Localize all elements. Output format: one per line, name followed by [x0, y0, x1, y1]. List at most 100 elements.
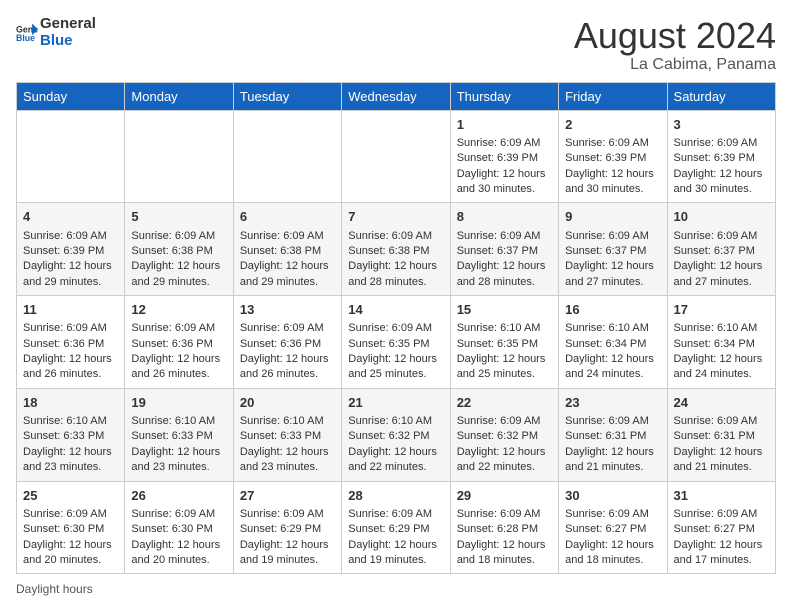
day-info: Sunset: 6:31 PM	[565, 429, 660, 444]
day-info: Daylight: 12 hours and 25 minutes.	[348, 352, 443, 383]
day-info: Sunset: 6:34 PM	[674, 337, 769, 352]
day-number: 23	[565, 394, 660, 412]
day-number: 14	[348, 301, 443, 319]
calendar-cell	[125, 110, 233, 203]
day-info: Sunset: 6:39 PM	[457, 151, 552, 166]
day-info: Sunrise: 6:09 AM	[348, 321, 443, 336]
day-number: 18	[23, 394, 118, 412]
day-info: Sunset: 6:38 PM	[240, 244, 335, 259]
day-number: 3	[674, 116, 769, 134]
day-info: Sunrise: 6:10 AM	[23, 414, 118, 429]
day-number: 1	[457, 116, 552, 134]
day-info: Sunrise: 6:09 AM	[23, 507, 118, 522]
day-info: Sunrise: 6:09 AM	[240, 507, 335, 522]
day-info: Daylight: 12 hours and 29 minutes.	[23, 259, 118, 290]
calendar-cell	[17, 110, 125, 203]
calendar-table: SundayMondayTuesdayWednesdayThursdayFrid…	[16, 82, 776, 575]
day-number: 30	[565, 487, 660, 505]
day-info: Sunrise: 6:10 AM	[348, 414, 443, 429]
day-info: Daylight: 12 hours and 17 minutes.	[674, 538, 769, 569]
day-info: Daylight: 12 hours and 18 minutes.	[565, 538, 660, 569]
day-info: Sunset: 6:31 PM	[674, 429, 769, 444]
calendar-cell	[233, 110, 341, 203]
day-number: 13	[240, 301, 335, 319]
day-info: Sunrise: 6:09 AM	[131, 321, 226, 336]
day-info: Sunrise: 6:10 AM	[457, 321, 552, 336]
day-info: Sunset: 6:30 PM	[23, 522, 118, 537]
calendar-cell: 23 Sunrise: 6:09 AMSunset: 6:31 PMDayligh…	[559, 388, 667, 481]
calendar-cell: 25Sunrise: 6:09 AMSunset: 6:30 PMDayligh…	[17, 481, 125, 574]
day-info: Daylight: 12 hours and 24 minutes.	[565, 352, 660, 383]
day-number: 6	[240, 208, 335, 226]
day-info: Daylight: 12 hours and 22 minutes.	[457, 445, 552, 476]
day-info: Daylight: 12 hours and 23 minutes.	[131, 445, 226, 476]
day-info: Sunrise: 6:09 AM	[565, 229, 660, 244]
calendar-cell: 19Sunrise: 6:10 AMSunset: 6:33 PMDayligh…	[125, 388, 233, 481]
day-number: 17	[674, 301, 769, 319]
day-info: Sunset: 6:36 PM	[131, 337, 226, 352]
calendar-cell: 7Sunrise: 6:09 AMSunset: 6:38 PMDaylight…	[342, 203, 450, 296]
day-info: Daylight: 12 hours and 19 minutes.	[240, 538, 335, 569]
day-info: Sunrise: 6:09 AM	[348, 507, 443, 522]
day-info: Daylight: 12 hours and 21 minutes.	[565, 445, 660, 476]
calendar-cell: 20Sunrise: 6:10 AMSunset: 6:33 PMDayligh…	[233, 388, 341, 481]
day-of-week-header: Wednesday	[342, 82, 450, 110]
day-info: Sunrise: 6:09 AM	[565, 414, 660, 429]
day-info: Daylight: 12 hours and 27 minutes.	[565, 259, 660, 290]
day-info: Sunset: 6:35 PM	[457, 337, 552, 352]
day-info: Sunset: 6:36 PM	[23, 337, 118, 352]
day-info: Sunrise: 6:09 AM	[457, 414, 552, 429]
calendar-cell: 11Sunrise: 6:09 AMSunset: 6:36 PMDayligh…	[17, 296, 125, 389]
day-number: 22	[457, 394, 552, 412]
day-info: Daylight: 12 hours and 30 minutes.	[674, 167, 769, 198]
calendar-cell: 28Sunrise: 6:09 AMSunset: 6:29 PMDayligh…	[342, 481, 450, 574]
day-info: Daylight: 12 hours and 21 minutes.	[674, 445, 769, 476]
day-info: Sunrise: 6:09 AM	[240, 321, 335, 336]
day-number: 21	[348, 394, 443, 412]
day-info: Sunset: 6:39 PM	[674, 151, 769, 166]
day-number: 4	[23, 208, 118, 226]
day-info: Sunset: 6:32 PM	[457, 429, 552, 444]
day-info: Sunrise: 6:09 AM	[674, 414, 769, 429]
day-info: Daylight: 12 hours and 24 minutes.	[674, 352, 769, 383]
day-number: 29	[457, 487, 552, 505]
day-info: Sunset: 6:38 PM	[348, 244, 443, 259]
day-info: Sunrise: 6:09 AM	[23, 229, 118, 244]
day-info: Sunrise: 6:10 AM	[240, 414, 335, 429]
day-info: Sunset: 6:35 PM	[348, 337, 443, 352]
day-info: Daylight: 12 hours and 26 minutes.	[23, 352, 118, 383]
day-number: 9	[565, 208, 660, 226]
day-number: 31	[674, 487, 769, 505]
day-info: Daylight: 12 hours and 26 minutes.	[131, 352, 226, 383]
calendar-cell: 3Sunrise: 6:09 AMSunset: 6:39 PMDaylight…	[667, 110, 775, 203]
day-info: Sunset: 6:32 PM	[348, 429, 443, 444]
calendar-cell: 30Sunrise: 6:09 AMSunset: 6:27 PMDayligh…	[559, 481, 667, 574]
calendar-cell: 22 Sunrise: 6:09 AMSunset: 6:32 PMDayligh…	[450, 388, 558, 481]
calendar-cell: 9Sunrise: 6:09 AMSunset: 6:37 PMDaylight…	[559, 203, 667, 296]
day-info: Sunrise: 6:09 AM	[457, 136, 552, 151]
logo: General Blue General Blue	[16, 16, 96, 49]
footer-note: Daylight hours	[16, 582, 776, 596]
page-header: General Blue General Blue August 2024 La…	[16, 16, 776, 74]
day-info: Sunrise: 6:09 AM	[565, 136, 660, 151]
day-info: Daylight: 12 hours and 29 minutes.	[131, 259, 226, 290]
day-info: Sunset: 6:37 PM	[457, 244, 552, 259]
calendar-cell: 13Sunrise: 6:09 AMSunset: 6:36 PMDayligh…	[233, 296, 341, 389]
calendar-cell: 1Sunrise: 6:09 AMSunset: 6:39 PMDaylight…	[450, 110, 558, 203]
day-of-week-header: Monday	[125, 82, 233, 110]
day-number: 24	[674, 394, 769, 412]
calendar-cell: 29Sunrise: 6:09 AMSunset: 6:28 PMDayligh…	[450, 481, 558, 574]
day-number: 16	[565, 301, 660, 319]
day-number: 15	[457, 301, 552, 319]
day-info: Daylight: 12 hours and 20 minutes.	[131, 538, 226, 569]
day-number: 7	[348, 208, 443, 226]
day-number: 5	[131, 208, 226, 226]
day-info: Daylight: 12 hours and 19 minutes.	[348, 538, 443, 569]
day-info: Sunrise: 6:09 AM	[565, 507, 660, 522]
day-of-week-header: Friday	[559, 82, 667, 110]
day-number: 26	[131, 487, 226, 505]
day-info: Sunrise: 6:09 AM	[131, 229, 226, 244]
day-info: Daylight: 12 hours and 25 minutes.	[457, 352, 552, 383]
day-info: Daylight: 12 hours and 28 minutes.	[348, 259, 443, 290]
calendar-cell	[342, 110, 450, 203]
